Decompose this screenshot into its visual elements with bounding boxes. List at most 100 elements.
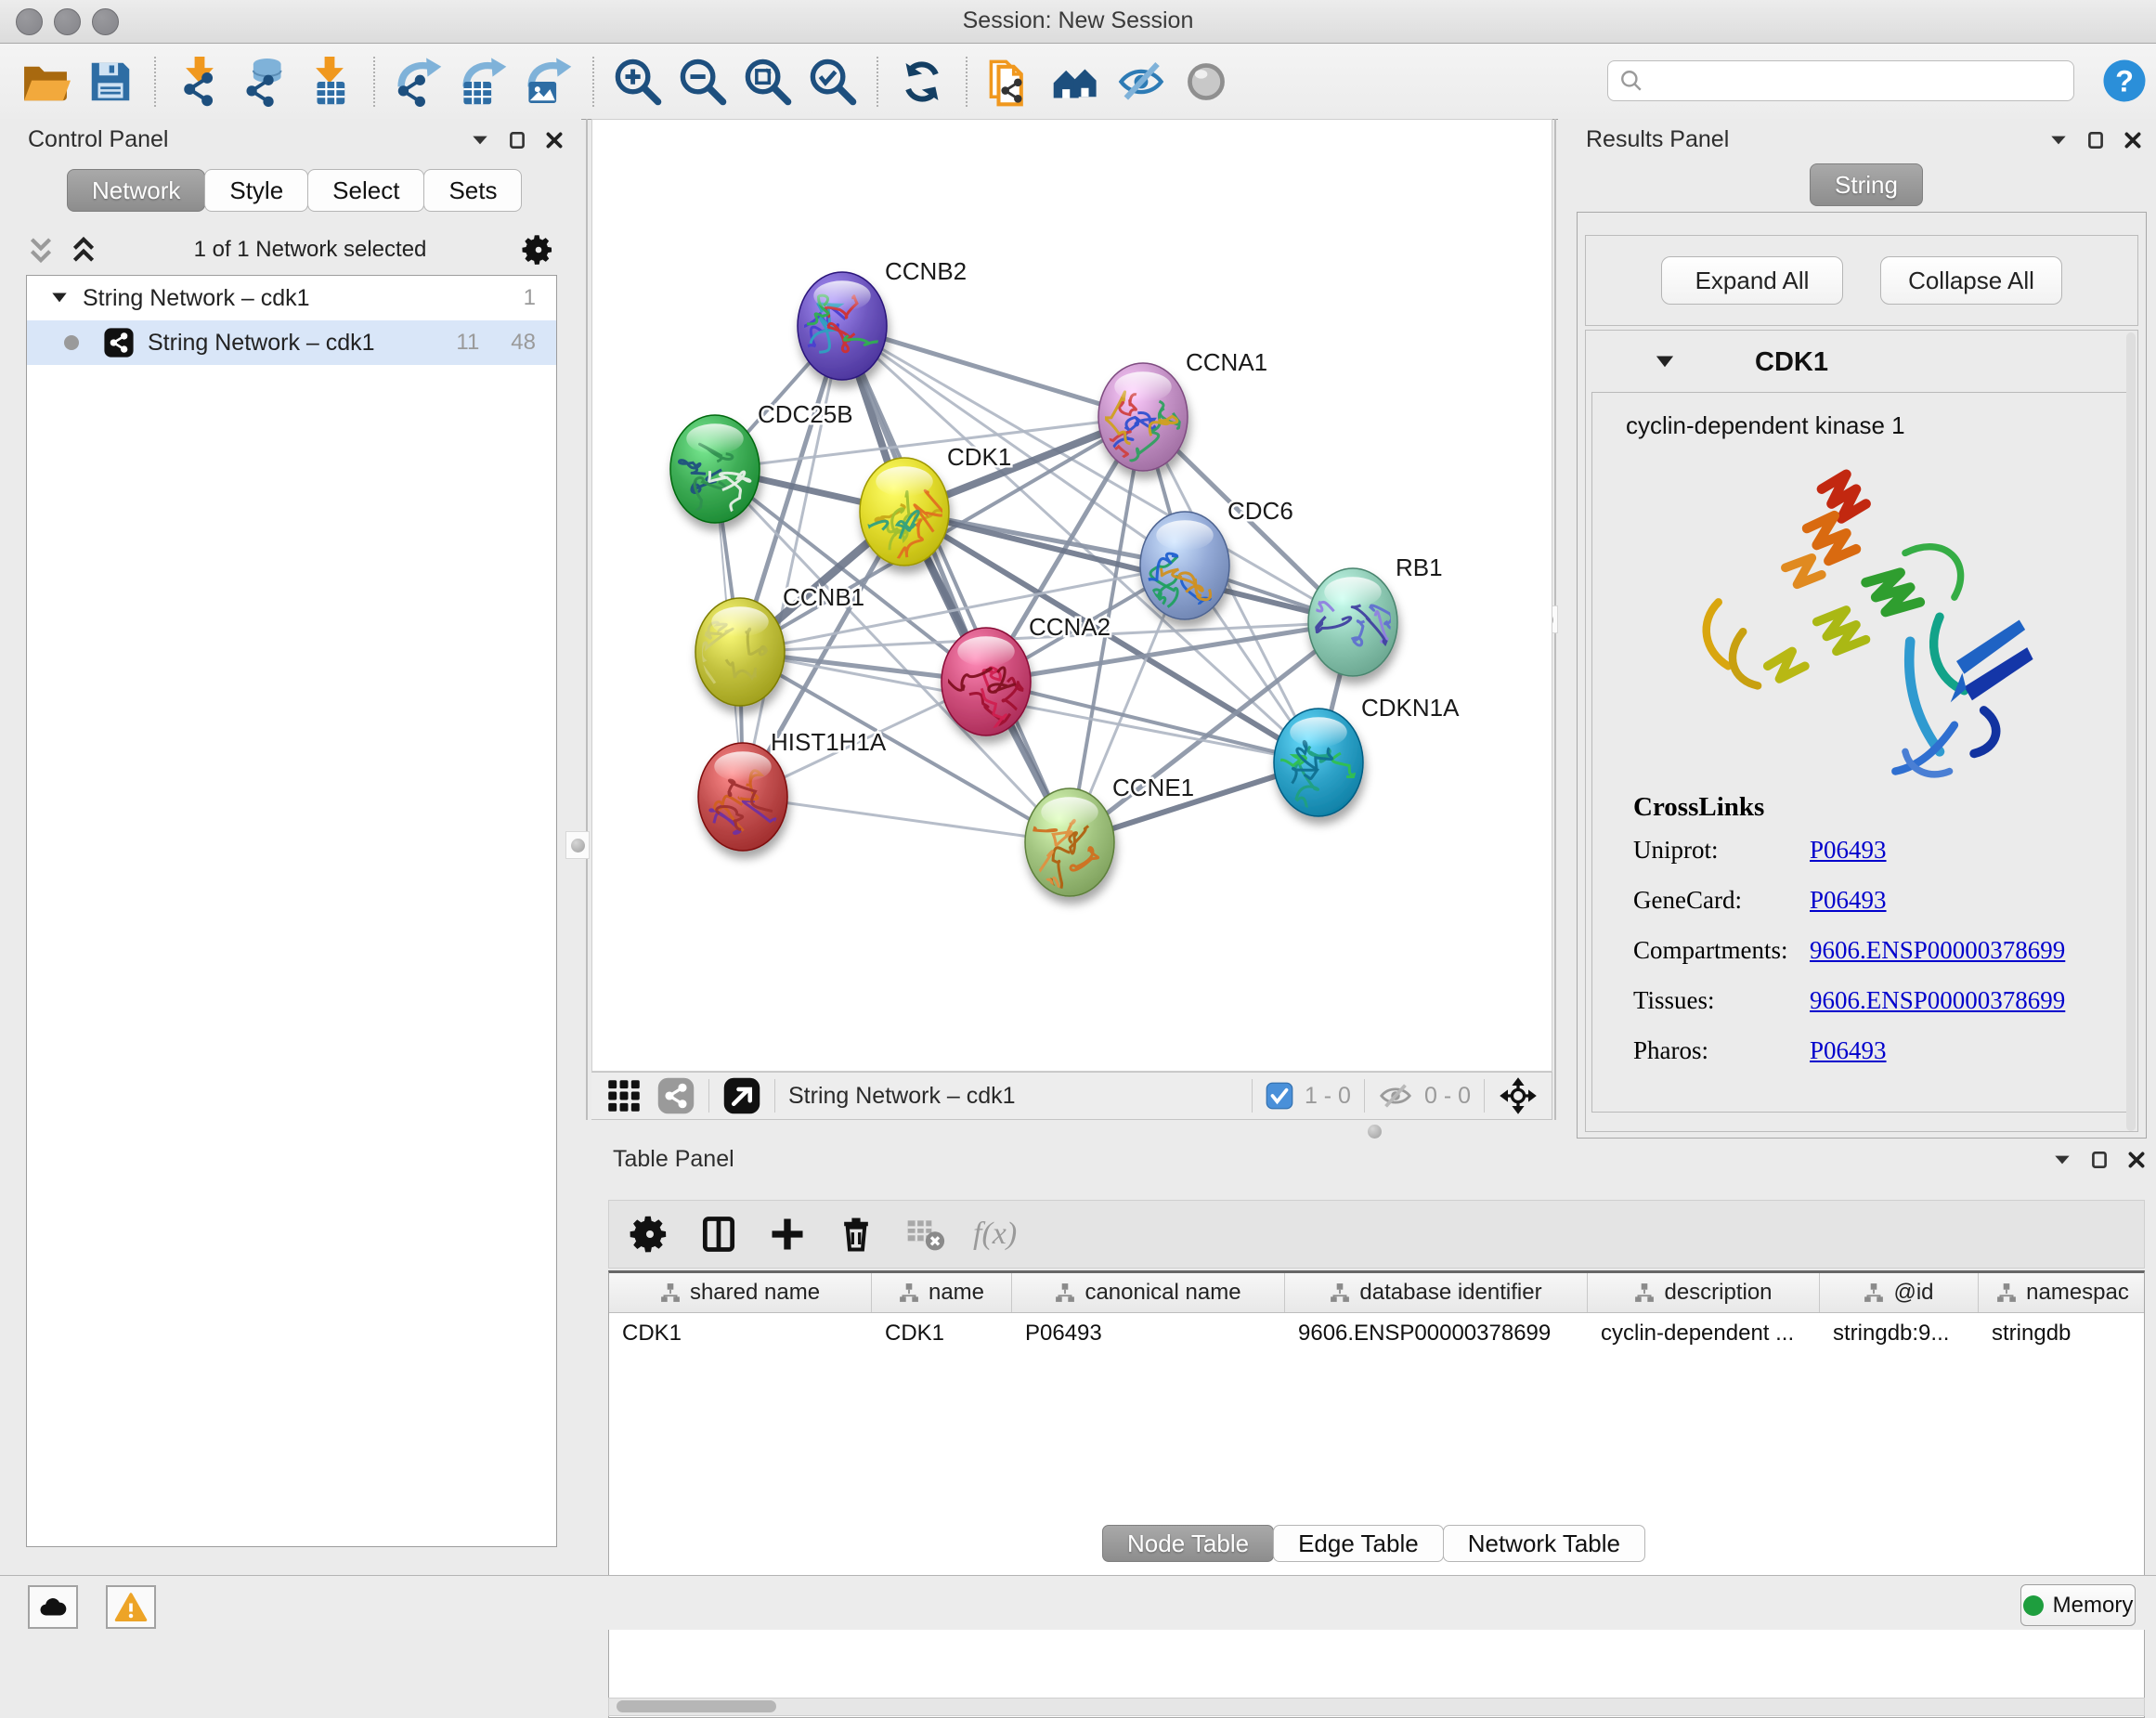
share-network-icon[interactable] bbox=[656, 1076, 695, 1115]
column-header-database-identifier[interactable]: database identifier bbox=[1285, 1273, 1588, 1312]
network-node-CCNB1[interactable] bbox=[695, 598, 785, 706]
cloud-status-button[interactable] bbox=[28, 1585, 78, 1629]
table-menu-icon[interactable] bbox=[2052, 1150, 2072, 1170]
birdseye-grid-icon[interactable] bbox=[606, 1078, 642, 1113]
zoom-out-button[interactable] bbox=[676, 55, 730, 109]
crosslink-link[interactable]: 9606.ENSP00000378699 bbox=[1810, 936, 2065, 965]
bottom-splitter-handle[interactable] bbox=[1368, 1125, 1382, 1139]
crosslink-link[interactable]: P06493 bbox=[1810, 836, 1887, 865]
close-panel-icon[interactable] bbox=[544, 130, 565, 150]
crosslink-link[interactable]: P06493 bbox=[1810, 886, 1887, 915]
zoom-in-button[interactable] bbox=[611, 55, 665, 109]
collapse-all-button[interactable]: Collapse All bbox=[1880, 256, 2062, 305]
fit-selected-move-icon[interactable] bbox=[1498, 1075, 1539, 1116]
tab-node-table[interactable]: Node Table bbox=[1102, 1525, 1274, 1562]
open-session-button[interactable] bbox=[19, 55, 72, 109]
network-node-CCNE1[interactable] bbox=[1008, 788, 1114, 896]
network-view[interactable]: CCNB2CCNA1CDC25BCDK1CDC6RB1CCNB1CCNA2CDK… bbox=[591, 119, 1552, 1072]
hidden-eye-icon[interactable] bbox=[1378, 1078, 1413, 1113]
tab-style[interactable]: Style bbox=[204, 169, 308, 212]
tab-select[interactable]: Select bbox=[307, 169, 424, 212]
column-header-namespac[interactable]: namespac bbox=[1979, 1273, 2145, 1312]
network-node-CDC25B[interactable] bbox=[670, 415, 760, 523]
add-column-icon[interactable] bbox=[767, 1214, 808, 1255]
import-network-database-button[interactable] bbox=[238, 55, 292, 109]
scrollbar-thumb[interactable] bbox=[617, 1700, 776, 1712]
left-splitter-handle[interactable] bbox=[565, 831, 590, 859]
delete-column-trash-icon[interactable] bbox=[836, 1214, 877, 1255]
expand-all-tree-icon[interactable] bbox=[69, 235, 98, 265]
hide-eye-button[interactable] bbox=[1114, 55, 1168, 109]
network-collection-row[interactable]: String Network – cdk1 1 bbox=[27, 276, 556, 320]
import-table-file-button[interactable] bbox=[303, 55, 357, 109]
tab-network[interactable]: Network bbox=[67, 169, 205, 212]
table-row[interactable]: CDK1CDK1P064939606.ENSP00000378699cyclin… bbox=[609, 1313, 2144, 1354]
crosslink-link[interactable]: P06493 bbox=[1810, 1036, 1887, 1065]
export-image-button[interactable] bbox=[522, 55, 576, 109]
selected-checkbox-icon[interactable] bbox=[1266, 1082, 1293, 1110]
export-table-button[interactable] bbox=[457, 55, 511, 109]
table-close-icon[interactable] bbox=[2126, 1150, 2147, 1170]
table-cell[interactable]: CDK1 bbox=[872, 1313, 1012, 1354]
network-node-CDC6[interactable] bbox=[1140, 512, 1229, 619]
help-button[interactable]: ? bbox=[2101, 58, 2148, 104]
expand-all-button[interactable]: Expand All bbox=[1661, 256, 1843, 305]
table-cell[interactable]: P06493 bbox=[1012, 1313, 1285, 1354]
tab-network-table[interactable]: Network Table bbox=[1443, 1525, 1645, 1562]
panel-menu-icon[interactable] bbox=[470, 130, 490, 150]
left-splitter[interactable] bbox=[586, 119, 588, 1120]
network-edge[interactable] bbox=[986, 682, 1318, 762]
collection-expander-icon[interactable] bbox=[49, 288, 70, 308]
collapse-all-tree-icon[interactable] bbox=[26, 235, 56, 265]
table-cell[interactable]: stringdb bbox=[1979, 1313, 2145, 1354]
results-menu-icon[interactable] bbox=[2048, 130, 2069, 150]
table-cell[interactable]: CDK1 bbox=[609, 1313, 872, 1354]
search-input[interactable] bbox=[1643, 67, 2073, 95]
table-cell[interactable]: 9606.ENSP00000378699 bbox=[1285, 1313, 1588, 1354]
show-eye-button[interactable] bbox=[1179, 55, 1233, 109]
network-options-gear-icon[interactable] bbox=[522, 233, 555, 267]
save-session-button[interactable] bbox=[84, 55, 137, 109]
string-home-button[interactable] bbox=[1049, 55, 1103, 109]
column-header--id[interactable]: @id bbox=[1820, 1273, 1979, 1312]
network-edge[interactable] bbox=[743, 797, 1070, 842]
tab-string[interactable]: String bbox=[1810, 163, 1923, 206]
column-header-shared-name[interactable]: shared name bbox=[609, 1273, 872, 1312]
open-in-new-window-icon[interactable] bbox=[722, 1076, 761, 1115]
show-columns-icon[interactable] bbox=[698, 1214, 739, 1255]
network-graph[interactable]: CCNB2CCNA1CDC25BCDK1CDC6RB1CCNB1CCNA2CDK… bbox=[592, 120, 1552, 1071]
entry-expander-icon[interactable] bbox=[1653, 350, 1677, 374]
table-horizontal-scrollbar[interactable] bbox=[608, 1698, 2145, 1716]
network-edge[interactable] bbox=[842, 326, 1070, 842]
delete-table-icon[interactable] bbox=[904, 1214, 945, 1255]
zoom-selected-button[interactable] bbox=[806, 55, 860, 109]
results-scrollbar[interactable] bbox=[2126, 332, 2136, 1131]
network-edge[interactable] bbox=[743, 326, 842, 797]
float-panel-icon[interactable] bbox=[507, 130, 527, 150]
table-float-icon[interactable] bbox=[2089, 1150, 2110, 1170]
function-builder-icon[interactable]: f(x) bbox=[973, 1217, 1017, 1252]
export-network-button[interactable] bbox=[392, 55, 446, 109]
tab-sets[interactable]: Sets bbox=[423, 169, 522, 212]
network-edge[interactable] bbox=[842, 326, 1143, 417]
refresh-network-button[interactable] bbox=[895, 55, 949, 109]
crosslink-link[interactable]: 9606.ENSP00000378699 bbox=[1810, 986, 2065, 1015]
results-float-icon[interactable] bbox=[2085, 130, 2106, 150]
network-node-CDKN1A[interactable] bbox=[1274, 709, 1370, 822]
column-header-description[interactable]: description bbox=[1588, 1273, 1820, 1312]
table-cell[interactable]: cyclin-dependent ... bbox=[1588, 1313, 1820, 1354]
network-row[interactable]: String Network – cdk1 11 48 bbox=[27, 320, 556, 365]
results-close-icon[interactable] bbox=[2123, 130, 2143, 150]
network-node-HIST1H1A[interactable] bbox=[698, 743, 797, 852]
tab-edge-table[interactable]: Edge Table bbox=[1273, 1525, 1444, 1562]
column-header-canonical-name[interactable]: canonical name bbox=[1012, 1273, 1285, 1312]
memory-button[interactable]: Memory bbox=[2020, 1584, 2136, 1626]
table-settings-gear-icon[interactable] bbox=[630, 1214, 670, 1255]
table-cell[interactable]: stringdb:9... bbox=[1820, 1313, 1979, 1354]
import-network-file-button[interactable] bbox=[173, 55, 227, 109]
warnings-button[interactable] bbox=[106, 1585, 156, 1629]
import-string-document-button[interactable] bbox=[984, 55, 1038, 109]
column-header-name[interactable]: name bbox=[872, 1273, 1012, 1312]
zoom-fit-button[interactable] bbox=[741, 55, 795, 109]
search-box[interactable] bbox=[1607, 60, 2074, 101]
